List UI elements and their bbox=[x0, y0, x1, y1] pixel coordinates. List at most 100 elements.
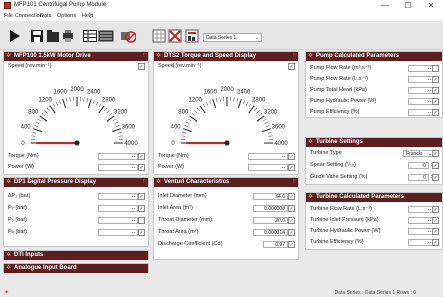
turbine-calc-panel: ✲ Turbine Calculated Parameters Turbine … bbox=[305, 192, 443, 250]
gauge-tick bbox=[106, 115, 115, 122]
log-checkbox[interactable]: ✓ bbox=[432, 109, 439, 116]
inlet-diameter-input[interactable]: 34.0 bbox=[253, 193, 288, 200]
log-checkbox[interactable]: ✓ bbox=[288, 241, 295, 248]
gear-icon[interactable]: ✲ bbox=[308, 52, 313, 61]
power-value: -- bbox=[98, 164, 138, 171]
maximize-button[interactable]: ☐ bbox=[399, 1, 417, 11]
data-series-select[interactable]: Data Series 1 ⌄ bbox=[203, 33, 262, 42]
gear-icon[interactable]: ✲ bbox=[308, 138, 313, 147]
gauge-tick bbox=[212, 99, 217, 108]
gear-icon[interactable]: ✲ bbox=[6, 178, 11, 187]
gauge-tick bbox=[189, 115, 198, 122]
menu-options[interactable]: Options bbox=[57, 13, 76, 19]
dp1-panel: ✲ DP1 Digital Pressure Display ⠿ ΔP₁ (ba… bbox=[3, 177, 149, 247]
gear-icon[interactable]: ✲ bbox=[156, 52, 161, 61]
minimize-button[interactable]: — bbox=[376, 1, 394, 11]
dp1-value: -- bbox=[98, 193, 138, 200]
log-checkbox[interactable]: ✓ bbox=[432, 174, 439, 181]
discharge-coefficient-input[interactable]: 0.97 bbox=[263, 241, 288, 248]
gauge-tick bbox=[55, 101, 59, 106]
turbine-type-select[interactable]: Francis ⌄ bbox=[403, 150, 434, 157]
spear-setting-input[interactable]: 0 bbox=[408, 162, 429, 169]
turbine-settings-title: Turbine Settings bbox=[316, 139, 363, 145]
log-checkbox[interactable]: ✓ bbox=[432, 217, 439, 224]
open-icon[interactable] bbox=[46, 29, 60, 43]
gauge-tick bbox=[262, 118, 267, 122]
chart-icon[interactable] bbox=[185, 29, 199, 43]
guide-vane-row: Guide Vane Setting (%) 0 ▲▼ ✓ bbox=[310, 173, 439, 182]
print-icon[interactable] bbox=[62, 29, 74, 43]
gauge-tick bbox=[52, 103, 56, 108]
grip-icon[interactable]: ⠿ bbox=[292, 178, 296, 187]
log-checkbox[interactable]: ✓ bbox=[138, 164, 145, 171]
close-button[interactable]: ✕ bbox=[422, 1, 440, 11]
grip-icon[interactable]: ⠿ bbox=[142, 52, 146, 61]
grid-icon[interactable] bbox=[152, 29, 166, 43]
motor-drive-panel: ✲ MFP100 1.5kW Motor Drive ⠿ Speed (rev.… bbox=[3, 51, 149, 175]
table-view-icon[interactable] bbox=[83, 29, 97, 43]
log-checkbox[interactable]: ✓ bbox=[432, 239, 439, 246]
log-checkbox[interactable]: ✓ bbox=[288, 229, 295, 236]
log-checkbox[interactable]: ✓ bbox=[288, 217, 295, 224]
log-checkbox[interactable] bbox=[432, 65, 439, 72]
inlet-area-label: Inlet Area (m²) bbox=[158, 205, 193, 211]
log-checkbox[interactable]: ✓ bbox=[288, 193, 295, 200]
analogue-panel[interactable]: ✲ Analogue Input Board bbox=[3, 263, 149, 273]
dp1-row: ΔP₁ (bar) -- ✓ bbox=[8, 192, 145, 201]
gauge-tick bbox=[32, 132, 37, 134]
gear-icon[interactable]: ✲ bbox=[156, 178, 161, 187]
grip-icon[interactable]: ⠿ bbox=[142, 178, 146, 187]
play-icon[interactable] bbox=[9, 29, 21, 43]
gauge-scale-label: 0 bbox=[21, 141, 25, 147]
gauge-tick bbox=[185, 121, 190, 125]
gear-icon[interactable]: ✲ bbox=[6, 251, 11, 260]
log-checkbox[interactable]: ✓ bbox=[138, 205, 145, 212]
log-checkbox[interactable]: ✓ bbox=[432, 76, 439, 83]
throat-diameter-row: Throat Diameter (mm) 20.0 ▲▼ ✓ bbox=[158, 216, 295, 225]
guide-vane-input[interactable]: 0 bbox=[408, 174, 429, 181]
throat-area-row: Throat Area (m²) 0.000314 ✓ bbox=[158, 228, 295, 237]
pump-flow-ls-label: Pump Flow Rate (L.s⁻¹) bbox=[310, 76, 368, 82]
log-checkbox[interactable]: ✓ bbox=[432, 162, 439, 169]
log-checkbox[interactable]: ✓ bbox=[288, 164, 295, 171]
menu-connection[interactable]: Connection bbox=[15, 13, 43, 19]
p4-value: -- bbox=[98, 229, 138, 236]
gear-icon[interactable]: ✲ bbox=[308, 193, 313, 202]
save-icon[interactable] bbox=[30, 29, 44, 43]
log-checkbox[interactable]: ✓ bbox=[288, 205, 295, 212]
menu-data[interactable]: Data bbox=[40, 13, 52, 19]
dti-panel[interactable]: ✲ DTI Inputs bbox=[3, 250, 149, 260]
gear-icon[interactable]: ✲ bbox=[6, 52, 11, 61]
log-checkbox[interactable] bbox=[138, 217, 145, 224]
gear-icon[interactable]: ✲ bbox=[6, 264, 11, 273]
log-checkbox[interactable]: ✓ bbox=[432, 98, 439, 105]
turbine-efficiency-label: Turbine Efficiency (%) bbox=[310, 239, 364, 245]
log-checkbox[interactable]: ✓ bbox=[288, 153, 295, 160]
log-checkbox[interactable]: ✓ bbox=[138, 229, 145, 236]
log-checkbox[interactable]: ✓ bbox=[432, 228, 439, 235]
chart-view-icon[interactable] bbox=[98, 29, 114, 43]
log-checkbox[interactable]: ✓ bbox=[432, 150, 439, 157]
pump-flow-m3-value: -- bbox=[408, 65, 434, 72]
throat-diameter-input[interactable]: 20.0 bbox=[253, 217, 288, 224]
log-checkbox[interactable]: ✓ bbox=[288, 63, 295, 70]
menu-help[interactable]: Help bbox=[82, 13, 93, 19]
data-series-value: Data Series 1 bbox=[206, 35, 237, 41]
p3-value: -- bbox=[98, 217, 138, 224]
delete-icon[interactable] bbox=[168, 29, 182, 43]
grip-icon[interactable]: ⠿ bbox=[292, 52, 296, 61]
gauge-tick bbox=[112, 118, 117, 122]
pump-power-row: Pump Hydraulic Power (W) -- ✓ bbox=[310, 97, 439, 106]
panel-header: ✲ Pump Calculated Parameters bbox=[306, 52, 442, 61]
gauge-tick bbox=[114, 121, 119, 125]
log-checkbox[interactable]: ✓ bbox=[138, 63, 145, 70]
clear-icon[interactable] bbox=[120, 29, 136, 43]
gauge-tick bbox=[199, 105, 206, 114]
log-checkbox[interactable]: ✓ bbox=[432, 206, 439, 213]
log-checkbox[interactable]: ✓ bbox=[432, 87, 439, 94]
turbine-flow-value: -- bbox=[408, 206, 434, 213]
log-checkbox[interactable]: ✓ bbox=[138, 153, 145, 160]
gauge-tick bbox=[254, 107, 258, 112]
menu-file[interactable]: File bbox=[4, 13, 13, 19]
log-checkbox[interactable]: ✓ bbox=[138, 193, 145, 200]
